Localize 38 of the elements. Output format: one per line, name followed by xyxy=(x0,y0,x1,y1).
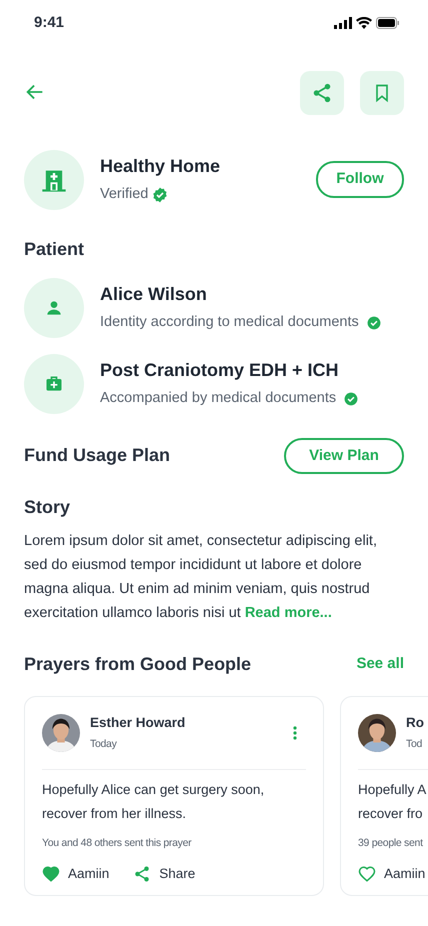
see-all-link[interactable]: See all xyxy=(356,653,404,676)
patient-info-title: Post Craniotomy EDH + ICH xyxy=(100,359,340,382)
author-name: Esther Howard xyxy=(90,714,186,732)
patient-info-subtitle: Identity according to medical documents xyxy=(100,313,359,332)
kebab-menu-icon xyxy=(292,726,298,740)
prayer-count: 39 people sent xyxy=(358,836,424,851)
prayer-count: You and 48 others sent this prayer xyxy=(42,836,192,851)
wifi-icon xyxy=(356,17,372,30)
organization-name: Healthy Home xyxy=(100,155,222,178)
author-name: Ro xyxy=(406,714,425,732)
view-plan-button[interactable]: View Plan xyxy=(284,438,404,474)
verified-label: Verified xyxy=(100,185,148,204)
signal-icon xyxy=(334,17,352,30)
amen-button[interactable]: Aamiin xyxy=(42,864,110,884)
amen-button[interactable]: Aamiin xyxy=(358,864,426,884)
status-time: 9:41 xyxy=(34,13,64,33)
share-button[interactable]: Share xyxy=(133,864,196,884)
prayer-message: Hopefully Alice can get surgery soon, recover from her illness. xyxy=(42,781,266,823)
story-paragraph: Lorem ipsum dolor sit amet, consectetur adipiscing elit, sed do eiusmod tempor incididunt ut labore et dolore magna aliqua. Ut enim ad minim veniam, quis nostrud exercitation ullamco laboris nisi ut Read more... xyxy=(23,532,378,623)
section-heading: Prayers from Good People xyxy=(24,653,252,676)
battery-icon xyxy=(376,17,400,30)
patient-info-title: Alice Wilson xyxy=(100,283,208,306)
section-heading: Patient xyxy=(23,238,86,260)
read-more-link[interactable]: Read more... xyxy=(244,605,332,621)
follow-button[interactable]: Follow xyxy=(316,161,404,198)
share-icon xyxy=(133,864,152,883)
first-aid-kit-icon xyxy=(44,374,64,394)
more-options-button[interactable] xyxy=(292,726,298,740)
patient-info-subtitle: Accompanied by medical documents xyxy=(100,389,336,408)
share-icon xyxy=(311,82,333,104)
post-date: Today xyxy=(90,737,118,752)
prayer-message: Hopefully A xyxy=(358,781,428,799)
prayer-message: recover fro xyxy=(358,805,424,823)
post-date: Tod xyxy=(406,737,424,752)
share-button[interactable] xyxy=(300,70,344,114)
bookmark-button[interactable] xyxy=(360,70,404,114)
section-heading: Story xyxy=(23,496,72,519)
section-heading: Fund Usage Plan xyxy=(24,444,170,468)
